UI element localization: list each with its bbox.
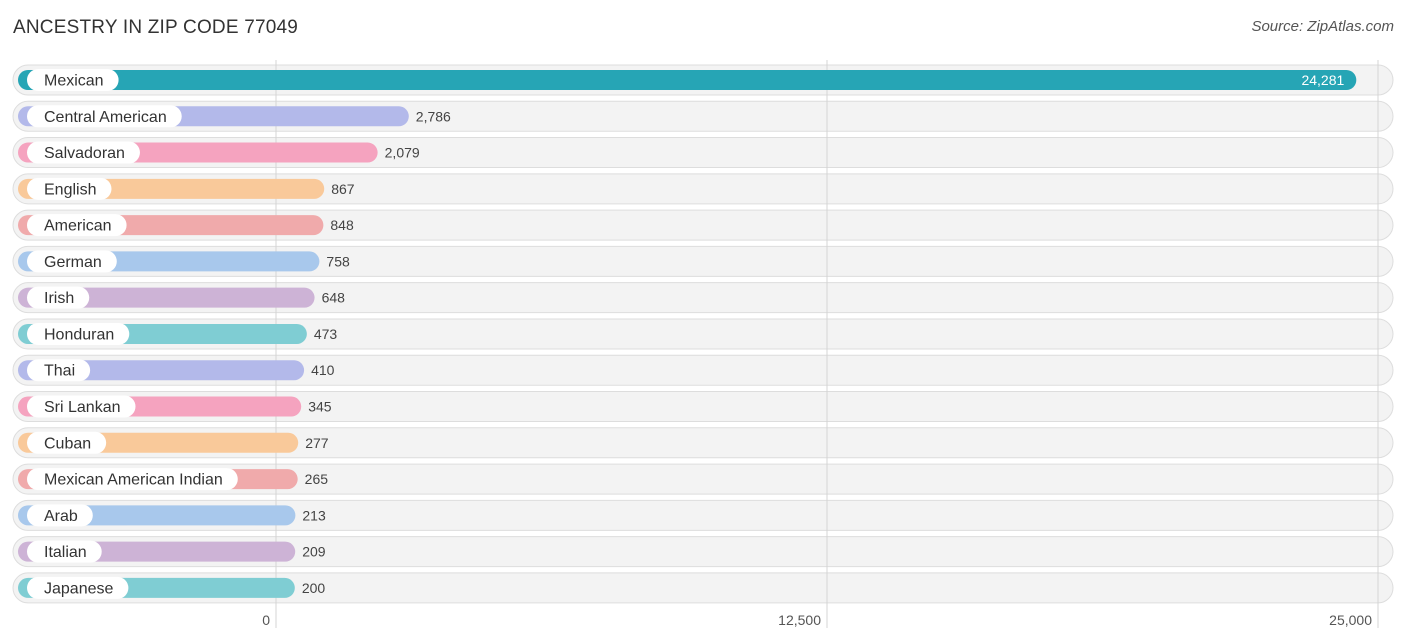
category-label: German xyxy=(44,254,102,271)
category-label: Italian xyxy=(44,544,87,561)
bar-row: Thai 410 xyxy=(18,359,335,382)
bar-row: Sri Lankan 345 xyxy=(18,395,332,418)
x-tick-label: 25,000 xyxy=(1329,612,1372,628)
bar-row: American 848 xyxy=(18,214,354,237)
value-label: 758 xyxy=(326,253,350,269)
category-label: Sri Lankan xyxy=(44,399,121,416)
bar-row: Irish 648 xyxy=(18,286,346,309)
category-label: Cuban xyxy=(44,435,91,452)
value-label: 2,786 xyxy=(416,108,451,124)
value-label: 848 xyxy=(330,217,354,233)
category-label: Thai xyxy=(44,363,75,380)
value-label: 2,079 xyxy=(385,145,420,161)
bar-row: German 758 xyxy=(18,250,350,273)
category-label: Mexican American Indian xyxy=(44,472,223,489)
bar-row: Mexican American Indian 265 xyxy=(18,468,329,491)
value-label: 473 xyxy=(314,326,338,342)
value-label: 410 xyxy=(311,362,335,378)
bar-row: Cuban 277 xyxy=(18,431,329,454)
category-label: Irish xyxy=(44,290,74,307)
bar-row: Central American 2,786 xyxy=(18,105,451,128)
bar-row: Honduran 473 xyxy=(18,322,338,345)
value-label: 200 xyxy=(302,580,326,596)
category-label: Salvadoran xyxy=(44,145,125,162)
value-label: 24,281 xyxy=(1301,72,1344,88)
value-label: 867 xyxy=(331,181,355,197)
axis-ticks: 0 12,500 25,000 xyxy=(262,612,1372,628)
bar-row: Mexican 24,281 xyxy=(18,69,1357,91)
value-label: 345 xyxy=(308,399,332,415)
value-label: 265 xyxy=(305,471,329,487)
bar-row: Japanese 200 xyxy=(18,576,326,599)
bar-row: English 867 xyxy=(18,177,355,200)
value-label: 648 xyxy=(322,290,346,306)
x-tick-label: 0 xyxy=(262,612,270,628)
category-label: Japanese xyxy=(44,580,113,597)
value-label: 277 xyxy=(305,435,329,451)
bar-row: Salvadoran 2,079 xyxy=(18,141,420,164)
category-label: English xyxy=(44,181,96,198)
category-label: Central American xyxy=(44,109,167,126)
category-label: Honduran xyxy=(44,326,114,343)
bar-chart: Mexican 24,281 Central American 2,786 Salvad… xyxy=(12,60,1394,628)
bar-row: Italian 209 xyxy=(18,540,326,563)
bar-row: Arab 213 xyxy=(18,504,326,527)
bar[interactable] xyxy=(18,70,1357,90)
value-label: 213 xyxy=(302,507,326,523)
category-label: Arab xyxy=(44,508,78,525)
category-label: American xyxy=(44,218,112,235)
x-tick-label: 12,500 xyxy=(778,612,821,628)
category-label: Mexican xyxy=(44,73,104,90)
value-label: 209 xyxy=(302,544,326,560)
